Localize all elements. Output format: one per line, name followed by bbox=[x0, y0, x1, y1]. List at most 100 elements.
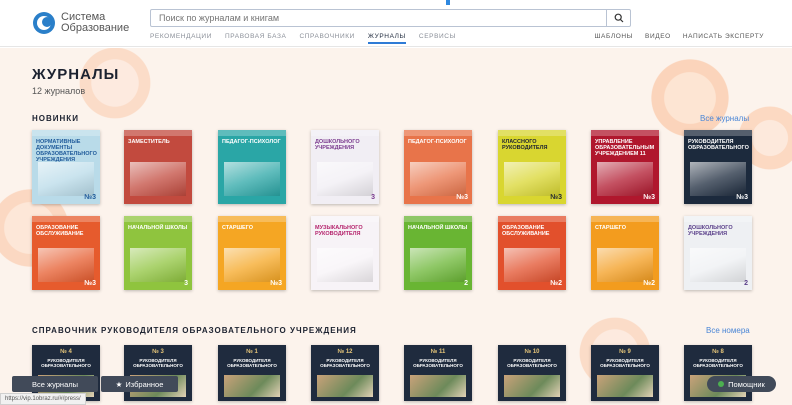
journal-cover[interactable]: ПЕДАГОГ-ПСИХОЛОГ №3 bbox=[404, 130, 472, 204]
issue-number: № 1 bbox=[246, 349, 258, 355]
cover-title: КЛАССНОГО РУКОВОДИТЕЛЯ bbox=[502, 139, 548, 151]
cover-title: СТАРШЕГО bbox=[222, 225, 254, 231]
secondary-nav: ШАБЛОНЫ ВИДЕО НАПИСАТЬ ЭКСПЕРТУ bbox=[583, 32, 765, 42]
cover-illustration bbox=[597, 248, 653, 282]
search-input[interactable] bbox=[151, 10, 606, 26]
handbook-issue-cover[interactable]: № 12 РУКОВОДИТЕЛЯ ОБРАЗОВАТЕЛЬНОГО bbox=[311, 345, 379, 401]
handbook-issue-cover[interactable]: № 9 РУКОВОДИТЕЛЯ ОБРАЗОВАТЕЛЬНОГО bbox=[591, 345, 659, 401]
issue-title: РУКОВОДИТЕЛЯ ОБРАЗОВАТЕЛЬНОГО bbox=[413, 358, 463, 368]
cover-illustration bbox=[690, 248, 746, 282]
search-icon bbox=[614, 13, 623, 23]
cover-photo bbox=[597, 375, 653, 397]
cover-title: ОБРАЗОВАНИЕ ОБСЛУЖИВАНИЕ bbox=[36, 225, 84, 237]
cover-title: УПРАВЛЕНИЕ ОБРАЗОВАТЕЛЬНЫМ УЧРЕЖДЕНИЕМ 1… bbox=[595, 139, 655, 157]
logo-text[interactable]: Система Образование bbox=[61, 12, 129, 34]
issue-number: № 12 bbox=[337, 349, 353, 355]
favorites-button[interactable]: ★ Избранное bbox=[101, 376, 178, 392]
nav-legal-base[interactable]: ПРАВОВАЯ БАЗА bbox=[225, 32, 287, 44]
search-box bbox=[150, 9, 631, 27]
all-journals-link[interactable]: Все журналы bbox=[700, 114, 749, 123]
issue-title: РУКОВОДИТЕЛЯ ОБРАЗОВАТЕЛЬНОГО bbox=[133, 358, 183, 368]
cover-illustration bbox=[410, 162, 466, 196]
journal-cover[interactable]: СТАРШЕГО №2 bbox=[591, 216, 659, 290]
nav-journals[interactable]: ЖУРНАЛЫ bbox=[367, 32, 406, 44]
status-bar-url: https://vip.1obraz.ru/#/press/ bbox=[0, 393, 86, 405]
nav-video[interactable]: ВИДЕО bbox=[645, 32, 671, 42]
cover-header-band bbox=[124, 216, 192, 222]
cover-title: ОБРАЗОВАНИЕ ОБСЛУЖИВАНИЕ bbox=[502, 225, 550, 237]
handbook-issue-cover[interactable]: № 1 РУКОВОДИТЕЛЯ ОБРАЗОВАТЕЛЬНОГО bbox=[218, 345, 286, 401]
journal-cover[interactable]: ЗАМЕСТИТЕЛЬ bbox=[124, 130, 192, 204]
journal-cover[interactable]: РУКОВОДИТЕЛЯ ОБРАЗОВАТЕЛЬНОГО №3 bbox=[684, 130, 752, 204]
cover-issue-number: №3 bbox=[736, 194, 748, 201]
journal-cover[interactable]: НАЧАЛЬНОЙ ШКОЛЫ 3 bbox=[124, 216, 192, 290]
cover-illustration bbox=[38, 248, 94, 282]
handbook-issue-cover[interactable]: № 10 РУКОВОДИТЕЛЯ ОБРАЗОВАТЕЛЬНОГО bbox=[498, 345, 566, 401]
cover-title: ПЕДАГОГ-ПСИХОЛОГ bbox=[408, 139, 467, 145]
cover-issue-number: 2 bbox=[464, 280, 468, 287]
cover-header-band bbox=[684, 130, 752, 136]
handbook-issue-cover[interactable]: № 11 РУКОВОДИТЕЛЯ ОБРАЗОВАТЕЛЬНОГО bbox=[404, 345, 472, 401]
page-title: ЖУРНАЛЫ bbox=[32, 66, 120, 83]
helper-button[interactable]: Помощник bbox=[707, 376, 776, 392]
favorites-label: Избранное bbox=[125, 379, 164, 389]
cover-title: ПЕДАГОГ-ПСИХОЛОГ bbox=[222, 139, 281, 145]
logo-line2: Образование bbox=[61, 22, 130, 34]
cover-illustration bbox=[317, 162, 373, 196]
all-journals-button[interactable]: Все журналы bbox=[12, 376, 98, 392]
section-title-novelties: НОВИНКИ bbox=[32, 114, 79, 123]
cover-title: ДОШКОЛЬНОГО УЧРЕЖДЕНИЯ bbox=[688, 225, 733, 237]
journal-cover[interactable]: СТАРШЕГО №3 bbox=[218, 216, 286, 290]
helper-label: Помощник bbox=[728, 379, 765, 389]
journal-cover[interactable]: ОБРАЗОВАНИЕ ОБСЛУЖИВАНИЕ №3 bbox=[32, 216, 100, 290]
all-issues-link[interactable]: Все номера bbox=[706, 326, 750, 335]
logo-icon[interactable] bbox=[32, 11, 56, 35]
issue-number: № 11 bbox=[430, 349, 446, 355]
journal-cover[interactable]: ОБРАЗОВАНИЕ ОБСЛУЖИВАНИЕ №2 bbox=[498, 216, 566, 290]
nav-ask-expert[interactable]: НАПИСАТЬ ЭКСПЕРТУ bbox=[683, 32, 764, 42]
journal-cover[interactable]: ПЕДАГОГ-ПСИХОЛОГ bbox=[218, 130, 286, 204]
search-button[interactable] bbox=[606, 10, 630, 26]
cover-issue-number: 3 bbox=[371, 194, 375, 201]
cover-issue-number: №3 bbox=[84, 280, 96, 287]
section-title-handbook: СПРАВОЧНИК РУКОВОДИТЕЛЯ ОБРАЗОВАТЕЛЬНОГО… bbox=[32, 326, 357, 335]
cover-issue-number: №2 bbox=[550, 280, 562, 287]
issue-number: № 3 bbox=[152, 349, 164, 355]
journal-cover[interactable]: ДОШКОЛЬНОГО УЧРЕЖДЕНИЯ 3 bbox=[311, 130, 379, 204]
main-nav: РЕКОМЕНДАЦИИ ПРАВОВАЯ БАЗА СПРАВОЧНИКИ Ж… bbox=[150, 32, 469, 44]
cover-header-band bbox=[591, 216, 659, 222]
cover-title: НАЧАЛЬНОЙ ШКОЛЫ bbox=[128, 225, 188, 231]
cover-header-band bbox=[311, 130, 379, 136]
cover-issue-number: №3 bbox=[550, 194, 562, 201]
nav-services[interactable]: СЕРВИСЫ bbox=[419, 32, 456, 44]
cover-illustration bbox=[224, 162, 280, 196]
nav-recommendations[interactable]: РЕКОМЕНДАЦИИ bbox=[150, 32, 212, 44]
journal-cover[interactable]: НАЧАЛЬНОЙ ШКОЛЫ 2 bbox=[404, 216, 472, 290]
issue-title: РУКОВОДИТЕЛЯ ОБРАЗОВАТЕЛЬНОГО bbox=[41, 358, 91, 368]
cover-photo bbox=[410, 375, 466, 397]
cover-header-band bbox=[124, 130, 192, 136]
issue-number: № 4 bbox=[60, 349, 72, 355]
journal-cover[interactable]: КЛАССНОГО РУКОВОДИТЕЛЯ №3 bbox=[498, 130, 566, 204]
cover-title: ЗАМЕСТИТЕЛЬ bbox=[128, 139, 170, 145]
cover-illustration bbox=[504, 162, 560, 196]
cover-issue-number: №3 bbox=[84, 194, 96, 201]
scroll-indicator bbox=[446, 0, 450, 5]
cover-header-band bbox=[218, 130, 286, 136]
cover-title: РУКОВОДИТЕЛЯ ОБРАЗОВАТЕЛЬНОГО bbox=[688, 139, 749, 151]
cover-photo bbox=[504, 375, 560, 397]
cover-issue-number: №3 bbox=[643, 194, 655, 201]
journal-cover[interactable]: УПРАВЛЕНИЕ ОБРАЗОВАТЕЛЬНЫМ УЧРЕЖДЕНИЕМ 1… bbox=[591, 130, 659, 204]
page-background bbox=[0, 48, 792, 405]
handbook-issue-cover[interactable]: № 3 РУКОВОДИТЕЛЯ ОБРАЗОВАТЕЛЬНОГО bbox=[124, 345, 192, 401]
journal-cover[interactable]: МУЗЫКАЛЬНОГО РУКОВОДИТЕЛЯ bbox=[311, 216, 379, 290]
cover-title: НАЧАЛЬНОЙ ШКОЛЫ bbox=[408, 225, 468, 231]
cover-issue-number: №2 bbox=[643, 280, 655, 287]
nav-handbooks[interactable]: СПРАВОЧНИКИ bbox=[299, 32, 354, 44]
handbook-issue-cover[interactable]: № 8 РУКОВОДИТЕЛЯ ОБРАЗОВАТЕЛЬНОГО bbox=[684, 345, 752, 401]
nav-templates[interactable]: ШАБЛОНЫ bbox=[595, 32, 634, 42]
cover-header-band bbox=[498, 130, 566, 136]
journal-cover[interactable]: НОРМАТИВНЫЕ ДОКУМЕНТЫ ОБРАЗОВАТЕЛЬНОГО У… bbox=[32, 130, 100, 204]
cover-issue-number: №3 bbox=[456, 194, 468, 201]
journal-cover[interactable]: ДОШКОЛЬНОГО УЧРЕЖДЕНИЯ 2 bbox=[684, 216, 752, 290]
